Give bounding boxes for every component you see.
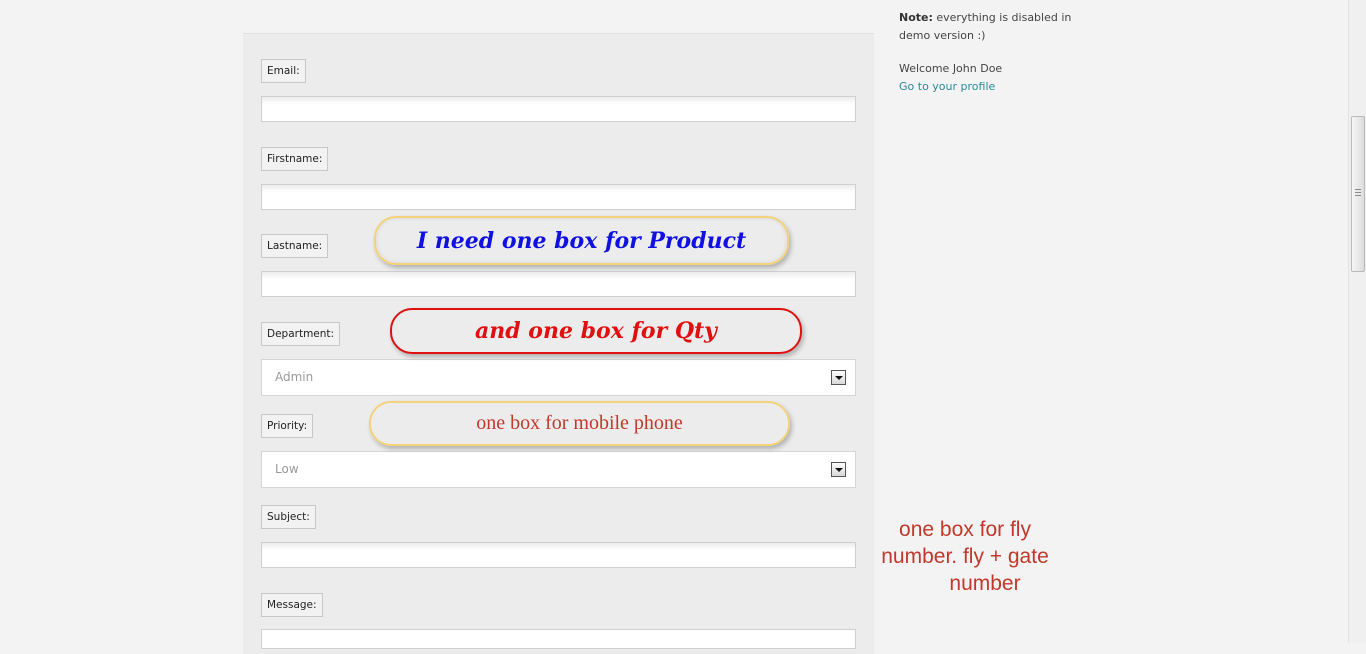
chevron-down-icon[interactable] (831, 462, 846, 477)
lastname-field[interactable] (261, 271, 856, 297)
welcome-text: Welcome John Doe (899, 62, 1003, 75)
priority-selected-value: Low (275, 462, 299, 476)
chevron-down-icon[interactable] (831, 370, 846, 385)
annotation-mobile-phone: one box for mobile phone (369, 401, 790, 446)
firstname-field[interactable] (261, 184, 856, 210)
grip-line-icon (1355, 192, 1361, 193)
department-selected-value: Admin (275, 370, 314, 384)
message-label: Message: (261, 593, 323, 617)
annotation-fly-line2: number. fly + gate (881, 545, 1049, 568)
profile-link[interactable]: Go to your profile (899, 79, 995, 95)
note-label: Note: (899, 11, 933, 24)
department-label: Department: (261, 322, 341, 346)
annotation-product: I need one box for Product (374, 216, 789, 265)
scrollbar-thumb[interactable] (1351, 116, 1365, 272)
lastname-label: Lastname: (261, 234, 329, 258)
department-select[interactable]: Admin (261, 359, 856, 396)
email-field[interactable] (261, 96, 856, 122)
priority-select[interactable]: Low (261, 451, 856, 488)
firstname-label: Firstname: (261, 147, 329, 171)
annotation-fly-line3: number (949, 572, 1021, 595)
subject-label: Subject: (261, 505, 316, 529)
vertical-scrollbar[interactable] (1348, 0, 1366, 643)
annotation-fly-line1: one box for fly (899, 518, 1031, 541)
grip-line-icon (1355, 195, 1361, 196)
message-textarea[interactable] (261, 629, 856, 649)
grip-line-icon (1355, 189, 1361, 190)
demo-note: Note: everything is disabled in demo ver… (899, 9, 1099, 45)
annotation-fly-number: one box for fly number. fly + gate numbe… (862, 516, 1068, 597)
subject-field[interactable] (261, 542, 856, 568)
email-label: Email: (261, 59, 306, 83)
priority-label: Priority: (261, 414, 314, 438)
annotation-qty: and one box for Qty (390, 308, 802, 354)
